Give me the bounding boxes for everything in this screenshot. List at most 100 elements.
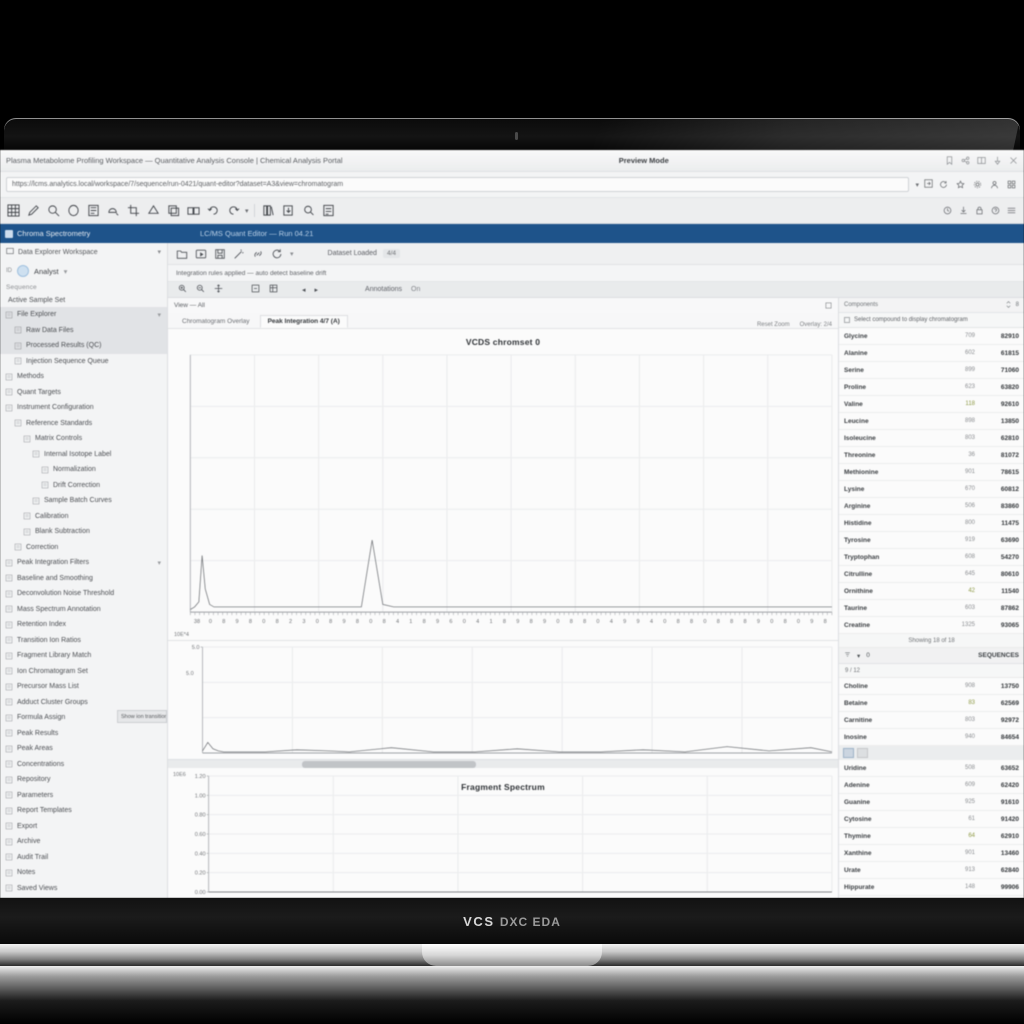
sidebar-header[interactable]: Data Explorer Workspace ▾ [0,243,167,261]
sidebar-item-reference-standards[interactable]: Reference Standards [0,416,167,432]
open-icon[interactable] [176,247,189,260]
refresh-icon[interactable] [939,176,948,194]
chevron-down-icon[interactable]: ▾ [915,181,919,189]
copy-icon[interactable] [165,202,182,219]
sidebar-item-peak-results[interactable]: Peak Results [0,726,167,742]
account-row[interactable]: ID Analyst ▾ [0,261,167,281]
reset-icon[interactable] [271,247,284,260]
sidebar-item-archive[interactable]: Archive [0,834,167,850]
sidebar-item-normalization[interactable]: Normalization [0,462,167,478]
sidebar-item-peak-areas[interactable]: Peak Areas [0,741,167,757]
group-chevron-icon[interactable]: ▾ [857,652,860,660]
pin-icon[interactable] [993,156,1002,165]
chevron-down-icon[interactable]: ▾ [245,207,249,215]
table-row[interactable]: Glycine 709 82910 [839,328,1024,345]
chart-hscrollbar[interactable] [168,759,838,768]
share-icon[interactable] [961,156,970,165]
sidebar-item-audit-trail[interactable]: Audit Trail [0,850,167,866]
chart-tic[interactable]: 38 0 8 9 8 0 8 2 3 0 8 9 8 0 8 4 1 8 9 6 0 4 1 8 9 8 9 0 8 8 0 4 9 9 4 0 8 8 0… [168,329,838,641]
sidebar-item-baseline-and-smoothing[interactable]: Baseline and Smoothing [0,571,167,587]
fit-icon[interactable] [251,284,260,295]
reader-icon[interactable] [977,156,986,165]
table-row[interactable]: Ornithine 42 11540 [839,583,1024,600]
table-row[interactable]: Valine 118 92610 [839,396,1024,413]
sidebar-item-matrix-controls[interactable]: Matrix Controls [0,431,167,447]
sidebar-item-correction[interactable]: Correction [0,540,167,556]
report-icon[interactable] [320,202,337,219]
next-icon[interactable]: ▸ [315,286,319,294]
chart-bpc[interactable]: 5.0 5.0 [168,641,838,759]
download-icon[interactable] [959,202,968,220]
table-row[interactable]: Histidine 800 11475 [839,515,1024,532]
table-row[interactable]: Threonine 36 81072 [839,447,1024,464]
components-group-header[interactable]: ▾ 0 SEQUENCES [839,648,1024,664]
table-row[interactable]: Uridine 508 63652 [839,760,1024,777]
chart-fragment-spectrum[interactable]: 1.20 1.00 0.80 0.60 0.40 0.20 0.00 Fragment Sp… [168,768,838,898]
address-input[interactable]: https://lcms.analytics.local/workspace/7… [6,177,910,192]
settings-icon[interactable] [973,176,982,194]
chart-hscroll-thumb[interactable] [302,761,477,768]
sidebar-item-saved-views[interactable]: Saved Views [0,881,167,897]
table-row[interactable]: Lysine 670 60812 [839,481,1024,498]
chevron-down-icon[interactable]: ▾ [157,311,161,319]
sidebar-item-export[interactable]: Export [0,819,167,835]
sidebar-item-calibration[interactable]: Calibration [0,509,167,525]
sidebar-item-deconvolution-noise-threshold[interactable]: Deconvolution Noise Threshold [0,586,167,602]
close-icon[interactable] [1009,156,1018,165]
sidebar-item-injection-sequence-queue[interactable]: Injection Sequence Queue [0,354,167,370]
sidebar-item-sample-batch-curves[interactable]: Sample Batch Curves [0,493,167,509]
prev-icon[interactable]: ◂ [302,286,306,294]
chevron-down-icon[interactable]: ▾ [157,248,161,256]
table-row[interactable]: Methionine 901 78615 [839,464,1024,481]
tab-peak-integration[interactable]: Peak Integration 4/7 (A) [259,315,348,328]
table-row[interactable]: Tryptophan 608 54270 [839,549,1024,566]
table-row[interactable]: Proline 623 63820 [839,379,1024,396]
sidebar-item-file-explorer[interactable]: File Explorer ▾ [0,307,167,323]
table-row[interactable]: Cytosine 61 91420 [839,811,1024,828]
sidebar-item-blank-subtraction[interactable]: Blank Subtraction [0,524,167,540]
wand-icon[interactable] [233,247,246,260]
checkbox-icon[interactable] [844,317,850,323]
tab-chromatogram-overlay[interactable]: Chromatogram Overlay [174,315,258,328]
sidebar-item-repository[interactable]: Repository [0,772,167,788]
sidebar-item-drift-correction[interactable]: Drift Correction [0,478,167,494]
sidebar-item-fragment-library-match[interactable]: Fragment Library Match [0,648,167,664]
sidebar-item-report-templates[interactable]: Report Templates [0,803,167,819]
reset-zoom-button[interactable]: Reset Zoom [757,322,790,328]
table-row[interactable]: Carnitine 803 92972 [839,712,1024,729]
table-row[interactable]: Urate 913 62840 [839,862,1024,879]
grid-view-button[interactable] [857,748,868,758]
zoom-out-icon[interactable] [196,284,205,295]
app-brand[interactable]: Chroma Spectrometry [5,229,90,238]
edit-icon[interactable] [25,202,42,219]
sidebar-item-concentrations[interactable]: Concentrations [0,757,167,773]
table-row[interactable]: Isoleucine 803 62810 [839,430,1024,447]
table-row[interactable]: Creatine 1325 93065 [839,617,1024,634]
eraser-icon[interactable] [65,202,82,219]
sidebar-item-parameters[interactable]: Parameters [0,788,167,804]
undo-icon[interactable] [205,202,222,219]
sidebar-item-notes[interactable]: Notes [0,865,167,881]
play-icon[interactable] [195,247,208,260]
table-row[interactable]: Xanthine 901 13460 [839,845,1024,862]
menu-icon[interactable] [1007,202,1016,220]
sidebar-item-internal-isotope-label[interactable]: Internal Isotope Label [0,447,167,463]
grid-icon[interactable] [5,202,22,219]
sidebar-item-instrument-configuration[interactable]: Instrument Configuration [0,400,167,416]
zoom-icon[interactable] [45,202,62,219]
sort-icon[interactable] [1005,300,1012,310]
sidebar-item-raw-data-files[interactable]: Raw Data Files [0,322,167,338]
group-sort-icon[interactable] [844,651,851,660]
grid-icon[interactable] [269,284,278,295]
chevron-down-icon[interactable]: ▾ [64,267,68,276]
chevron-down-icon[interactable]: ▾ [157,559,161,567]
table-row[interactable]: Thymine 64 62910 [839,828,1024,845]
maximize-icon[interactable] [825,302,832,309]
redo-icon[interactable] [225,202,242,219]
table-row[interactable]: Leucine 898 13850 [839,413,1024,430]
history-icon[interactable] [943,202,952,220]
sidebar-item-precursor-mass-list[interactable]: Precursor Mass List [0,679,167,695]
list-view-button[interactable] [843,748,854,758]
export-icon[interactable] [280,202,297,219]
help-icon[interactable] [991,202,1000,220]
